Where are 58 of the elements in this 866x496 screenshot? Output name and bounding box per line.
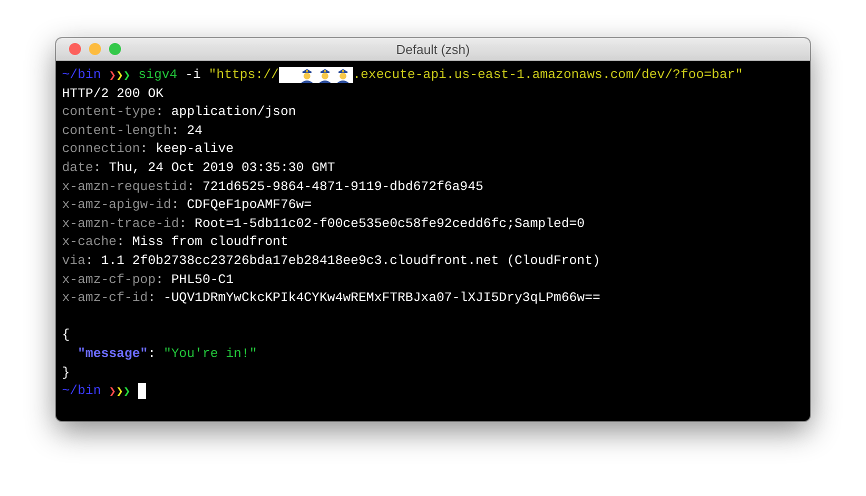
json-brace: } [62,364,70,382]
header-name: x-cache [62,233,117,252]
separator-colon: : [171,122,180,140]
header-name: connection [62,140,140,158]
prompt-chevron: ❯ [123,67,131,84]
header-name: date [62,158,94,177]
prompt-chevron: ❯ [116,383,124,400]
prompt-path: ~/bin [62,382,102,400]
header-name: x-amzn-trace-id [62,214,180,233]
separator-colon: : [148,289,156,308]
header-value: -UQV1DRmYwCkcKPIk4CYKw4wREMxFTRBJxa07-lXJI5Dry3qLPm66w== [163,289,600,308]
separator-colon: : [156,103,164,122]
header-value: application/json [171,103,296,122]
separator-colon: : [186,178,195,196]
header-value: 1.1 2f0b2738cc23726bda17eb28418ee9c3.cloudfront.net (CloudFront) [101,252,600,270]
header-name: x-amz-cf-id [62,289,148,308]
prompt-chevron: ❯ [108,67,116,84]
header-value: Miss from cloudfront [132,233,288,252]
window-title: Default (zsh) [396,42,470,56]
minimize-button[interactable] [89,43,101,55]
header-name: x-amz-cf-pop [62,270,156,289]
header-name: x-amz-apigw-id [62,196,172,214]
header-value: PHL50-C1 [171,270,234,289]
separator-colon: : [93,158,102,177]
header-value: 24 [186,122,202,140]
header-name: x-amzn-requestid [62,178,187,196]
zoom-button[interactable] [109,43,121,55]
separator-colon: : [116,233,124,252]
header-value: keep-alive [156,140,234,158]
header-name: content-length [62,122,172,140]
prompt-chevron: ❯ [108,383,116,400]
prompt-chevron: ❯ [123,383,131,400]
header-name: via [62,252,86,270]
header-value: CDFQeF1poAMF76w= [186,196,312,214]
command-name: sigv4 [138,66,178,84]
separator-colon: : [148,344,156,363]
json-key: "message" [78,344,148,364]
separator-colon: : [85,252,94,270]
url-start: "https:// [208,66,279,84]
separator-colon: : [156,270,164,289]
police-officer-icon [334,67,351,84]
header-value: Thu, 24 Oct 2019 03:35:30 GMT [108,158,336,177]
close-button[interactable] [69,43,81,55]
prompt-chevron: ❯ [116,67,124,84]
police-officer-icon [316,67,333,84]
police-officer-icon [298,67,315,84]
separator-colon: : [171,196,180,214]
separator-colon: : [179,214,187,233]
separator-colon: : [140,140,148,158]
header-value: 721d6525-9864-4871-9119-dbd672f6a945 [202,178,484,196]
command-option-text: -i [185,66,201,84]
json-string: "You're in!" [163,344,258,363]
json-brace: { [62,326,70,344]
header-value: Root=1-5db11c02-f00ce535e0c58fe92cedd6fc;Sampled=0 [194,214,585,233]
url-end: .execute-api.us-east-1.amazonaws.com/dev/?foo=bar" [352,66,743,84]
status-line: HTTP/2 200 OK [62,84,164,103]
prompt-path: ~/bin [62,66,102,84]
header-name: content-type [62,103,156,122]
